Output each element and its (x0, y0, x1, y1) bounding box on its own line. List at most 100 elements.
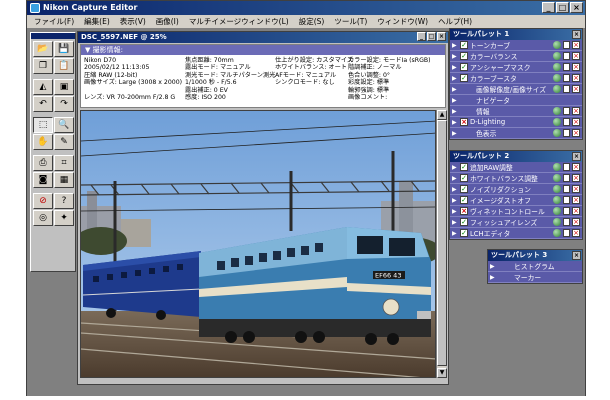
shooting-info-header[interactable]: ▼ 撮影情報: (81, 45, 445, 55)
expand-triangle-icon[interactable]: ▶ (452, 86, 460, 93)
remove-icon[interactable]: × (572, 107, 580, 115)
palette-item[interactable]: ▶ マーカー (488, 272, 582, 283)
enabled-checkbox[interactable]: ✓ (460, 163, 468, 171)
palette-item[interactable]: ▶ ✓ トーンカーブ × (450, 40, 582, 51)
enabled-checkbox[interactable]: ✓ (460, 196, 468, 204)
image-icon[interactable]: ▣ (54, 79, 74, 95)
menu-file[interactable]: ファイル(F) (29, 15, 79, 28)
minimize-button[interactable]: _ (542, 2, 555, 13)
save-icon[interactable]: 💾 (54, 41, 74, 57)
eyedropper-icon[interactable]: ✎ (54, 134, 74, 150)
remove-icon[interactable]: × (572, 218, 580, 226)
menu-window[interactable]: ウィンドウ(W) (372, 15, 433, 28)
image-maximize-button[interactable]: □ (427, 32, 436, 41)
palette-item[interactable]: ▶ × D-Lighting × (450, 117, 582, 128)
expand-triangle-icon[interactable]: ▶ (452, 164, 460, 171)
enabled-checkbox[interactable]: ✓ (460, 218, 468, 226)
remove-icon[interactable]: × (572, 85, 580, 93)
document-icon[interactable] (563, 41, 570, 49)
enabled-checkbox[interactable]: ✓ (460, 41, 468, 49)
tool-palette-3-titlebar[interactable]: ツールパレット 3 × (488, 250, 582, 261)
compass-icon[interactable]: ✦ (54, 210, 74, 226)
rotate-left-icon[interactable]: ↶ (33, 96, 53, 112)
palette-item[interactable]: ▶ ✓ ホワイトバランス調整 × (450, 173, 582, 184)
palette-item[interactable]: ▶ ✓ ノイズリダクション × (450, 184, 582, 195)
remove-icon[interactable]: × (572, 185, 580, 193)
tool-palette-1-close-button[interactable]: × (572, 30, 581, 39)
document-icon[interactable] (563, 63, 570, 71)
enabled-checkbox[interactable]: ✓ (460, 185, 468, 193)
print-icon[interactable]: ⎙ (33, 155, 53, 171)
menu-view[interactable]: 表示(V) (115, 15, 151, 28)
palette-item[interactable]: ▶ 画像解像度/画像サイズ × (450, 84, 582, 95)
remove-icon[interactable]: × (572, 74, 580, 82)
expand-triangle-icon[interactable]: ▶ (452, 97, 460, 104)
document-icon[interactable] (563, 174, 570, 182)
expand-triangle-icon[interactable]: ▶ (452, 75, 460, 82)
image-window-titlebar[interactable]: DSC_5597.NEF @ 25% _ □ × (78, 32, 448, 43)
remove-icon[interactable]: × (572, 129, 580, 137)
enabled-checkbox[interactable]: ✓ (460, 52, 468, 60)
palette-item[interactable]: ▶ ✓ フィッシュアイレンズ × (450, 217, 582, 228)
enabled-checkbox[interactable]: ✓ (460, 174, 468, 182)
document-icon[interactable] (563, 185, 570, 193)
palette-item[interactable]: ▶ ナビゲータ (450, 95, 582, 106)
palette-item[interactable]: ▶ ✓ アンシャープマスク × (450, 62, 582, 73)
expand-triangle-icon[interactable]: ▶ (490, 274, 498, 281)
document-icon[interactable] (563, 207, 570, 215)
remove-icon[interactable]: × (572, 52, 580, 60)
expand-triangle-icon[interactable]: ▶ (452, 64, 460, 71)
copy-icon[interactable]: ❐ (33, 58, 53, 74)
document-icon[interactable] (563, 118, 570, 126)
menu-image[interactable]: 画像(I) (151, 15, 184, 28)
grid-icon[interactable]: ▦ (54, 172, 74, 188)
menu-multi-image-window[interactable]: マルチイメージウィンドウ(L) (184, 15, 294, 28)
crop-icon[interactable]: ⌗ (54, 155, 74, 171)
palette-item[interactable]: ▶ ✓ カラーバランス × (450, 51, 582, 62)
remove-icon[interactable]: × (572, 174, 580, 182)
select-icon[interactable]: ⬚ (33, 117, 53, 133)
rotate-right-icon[interactable]: ↷ (54, 96, 74, 112)
expand-triangle-icon[interactable]: ▶ (490, 263, 498, 270)
remove-icon[interactable]: × (572, 63, 580, 71)
level-icon[interactable]: ◭ (33, 79, 53, 95)
palette-item[interactable]: ▶ ✓ イメージダストオフ × (450, 195, 582, 206)
no-icon[interactable]: ⊘ (33, 193, 53, 209)
disabled-checkbox[interactable]: × (460, 207, 468, 215)
camera-icon[interactable]: ◙ (33, 172, 53, 188)
zoom-icon[interactable]: 🔍 (54, 117, 74, 133)
expand-triangle-icon[interactable]: ▶ (452, 119, 460, 126)
maximize-button[interactable]: □ (556, 2, 569, 13)
expand-triangle-icon[interactable]: ▶ (452, 197, 460, 204)
menu-tools[interactable]: ツール(T) (329, 15, 372, 28)
hand-icon[interactable]: ✋ (33, 134, 53, 150)
expand-triangle-icon[interactable]: ▶ (452, 230, 460, 237)
palette-item[interactable]: ▶ 色表示 × (450, 128, 582, 139)
remove-icon[interactable]: × (572, 163, 580, 171)
document-icon[interactable] (563, 107, 570, 115)
remove-icon[interactable]: × (572, 229, 580, 237)
expand-triangle-icon[interactable]: ▶ (452, 108, 460, 115)
photo-canvas[interactable]: EF66 43 (80, 110, 436, 378)
palette-item[interactable]: ▶ ✓ カラーブースタ × (450, 73, 582, 84)
menu-edit[interactable]: 編集(E) (79, 15, 115, 28)
menu-settings[interactable]: 設定(S) (294, 15, 330, 28)
document-icon[interactable] (563, 163, 570, 171)
scroll-thumb[interactable] (437, 120, 447, 366)
document-icon[interactable] (563, 218, 570, 226)
image-minimize-button[interactable]: _ (417, 32, 426, 41)
remove-icon[interactable]: × (572, 41, 580, 49)
paste-icon[interactable]: 📋 (54, 58, 74, 74)
image-vertical-scrollbar[interactable]: ▲ ▼ (436, 110, 447, 378)
palette-item[interactable]: ▶ × ヴィネットコントロール × (450, 206, 582, 217)
document-icon[interactable] (563, 74, 570, 82)
tool-palette-1-titlebar[interactable]: ツールパレット 1 × (450, 29, 582, 40)
tool-palette-2-titlebar[interactable]: ツールパレット 2 × (450, 151, 582, 162)
help-icon[interactable]: ? (54, 193, 74, 209)
expand-triangle-icon[interactable]: ▶ (452, 42, 460, 49)
palette-item[interactable]: ▶ ✓ LCHエディタ × (450, 228, 582, 239)
scroll-down-button[interactable]: ▼ (437, 368, 447, 378)
open-folder-icon[interactable]: 📂 (33, 41, 53, 57)
scroll-up-button[interactable]: ▲ (437, 110, 447, 120)
menu-help[interactable]: ヘルプ(H) (433, 15, 477, 28)
